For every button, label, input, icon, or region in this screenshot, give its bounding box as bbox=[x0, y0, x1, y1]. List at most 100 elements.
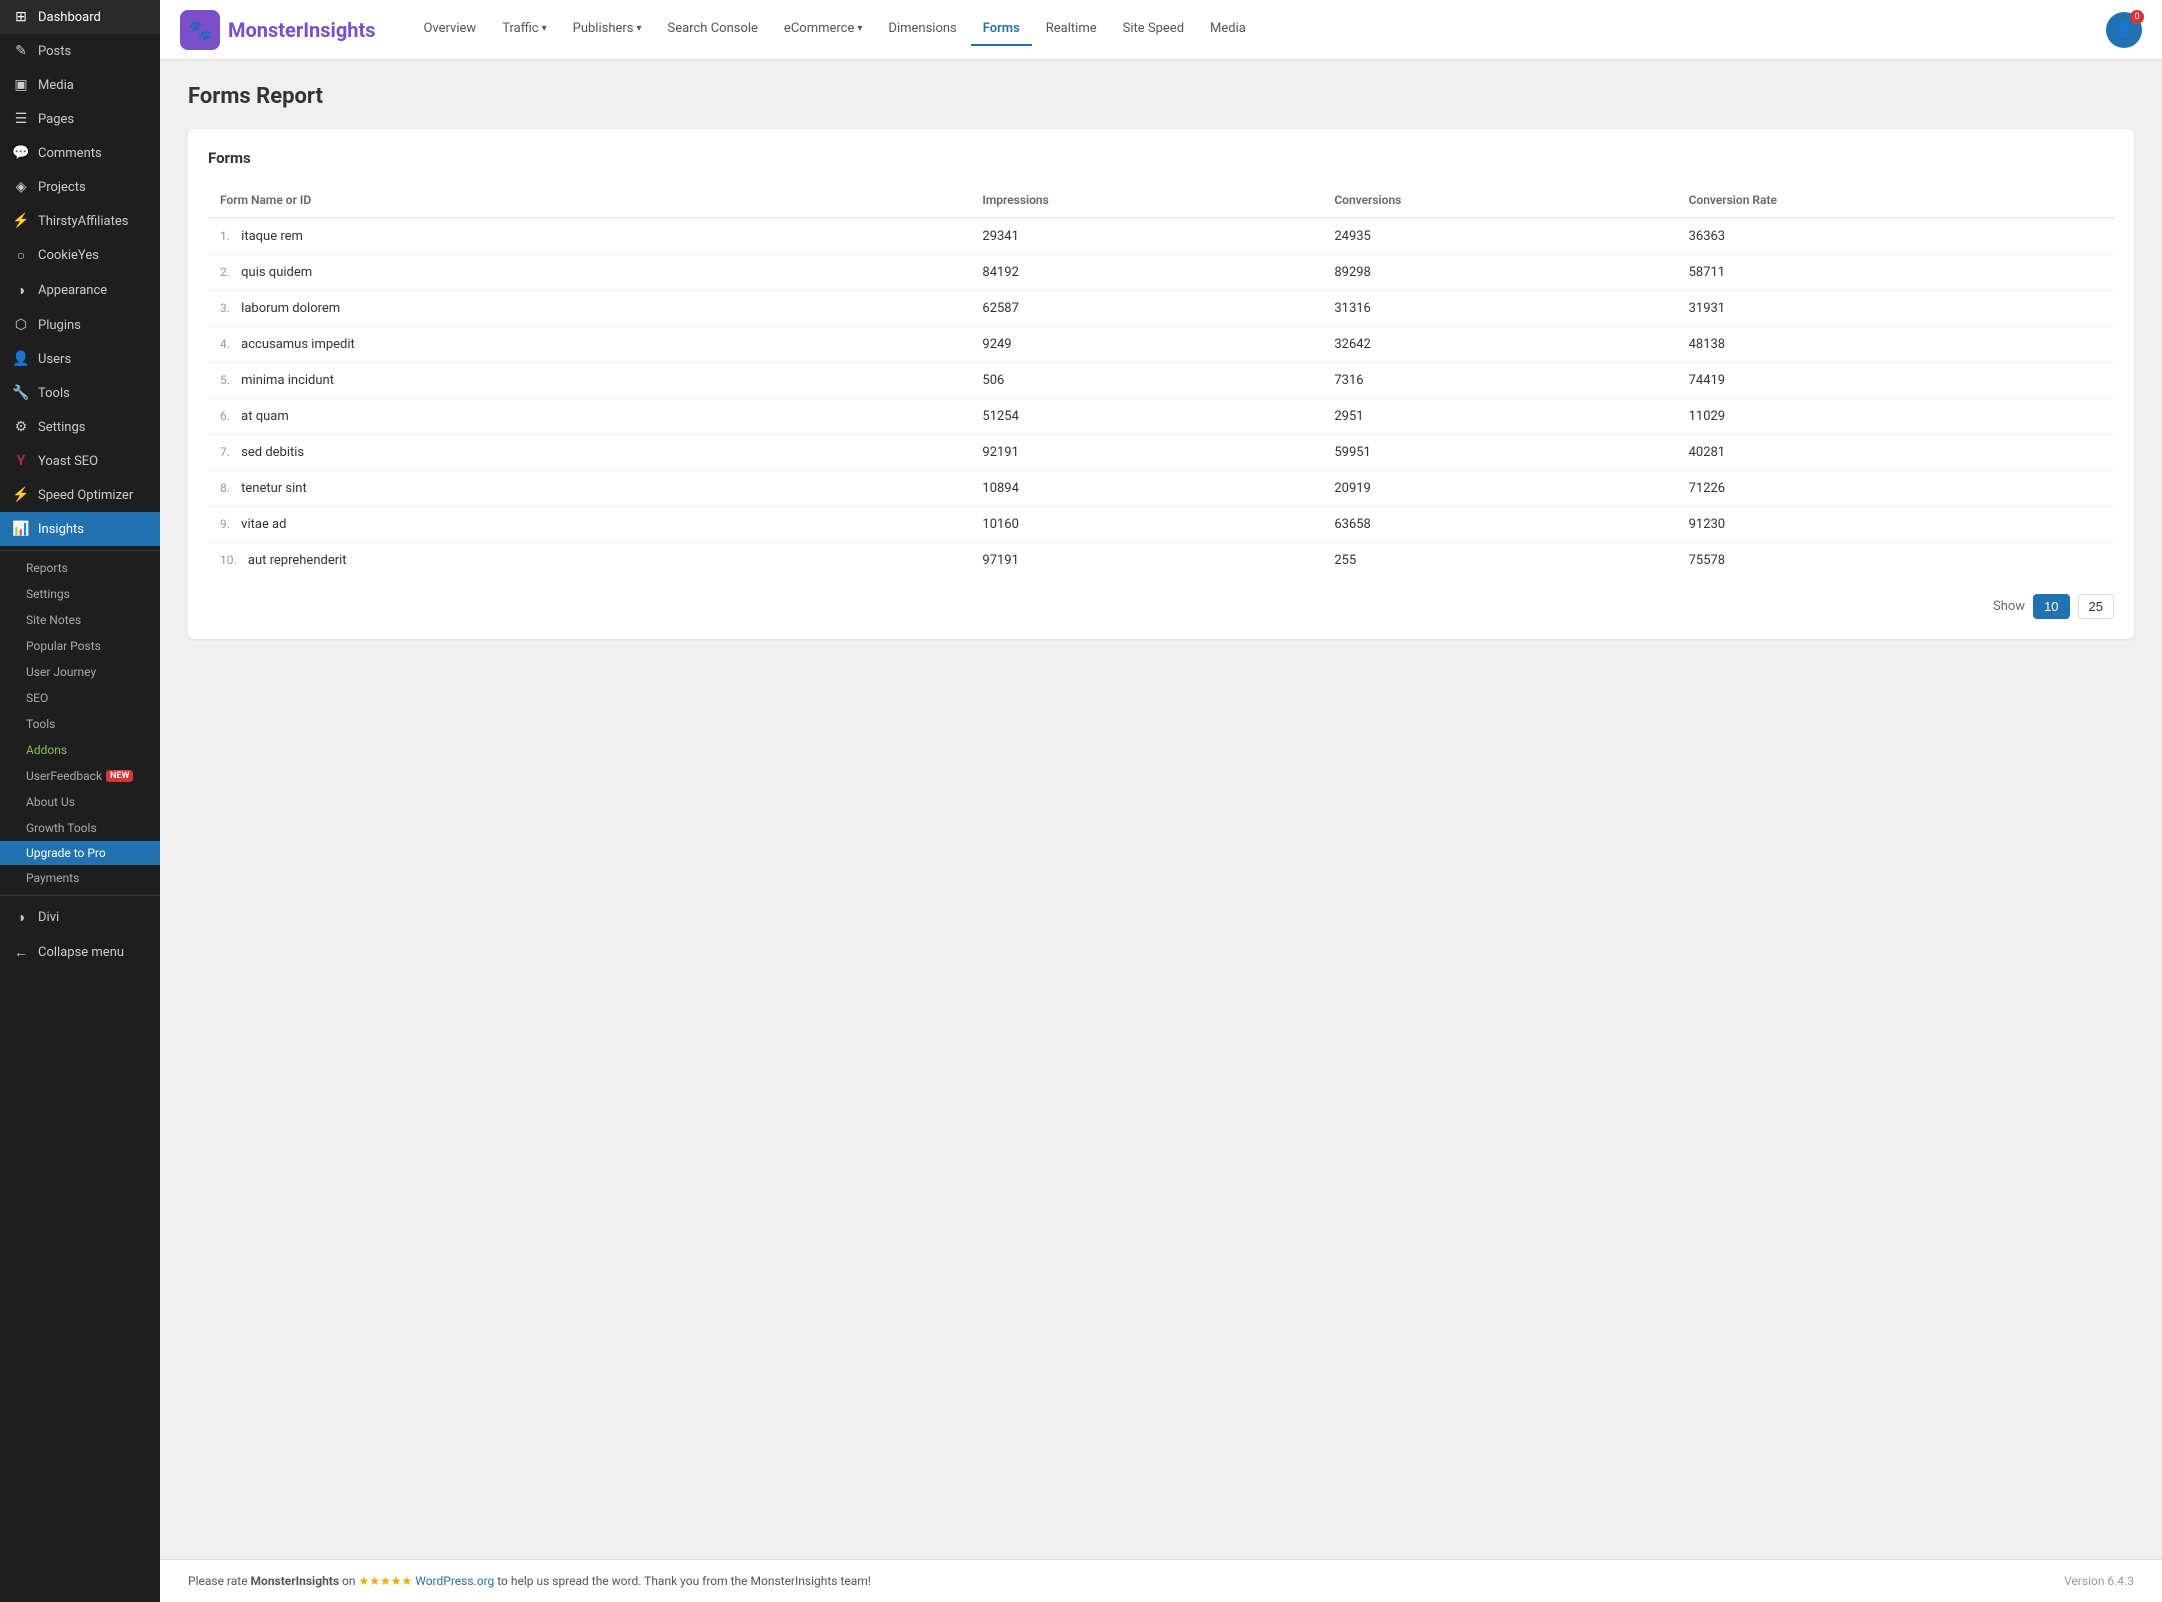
appearance-icon: ◑ bbox=[12, 282, 30, 299]
sidebar-sub-item-userfeedback[interactable]: UserFeedback NEW bbox=[0, 763, 160, 789]
sidebar-item-label: Comments bbox=[38, 146, 102, 161]
sidebar-item-appearance[interactable]: ◑ Appearance bbox=[0, 273, 160, 308]
cell-conversion-rate: 11029 bbox=[1677, 399, 2114, 435]
form-name: minima incidunt bbox=[241, 373, 334, 388]
tab-media[interactable]: Media bbox=[1198, 13, 1258, 46]
sidebar-item-speedoptimizer[interactable]: ⚡ Speed Optimizer bbox=[0, 478, 160, 512]
sidebar-divider bbox=[0, 550, 160, 551]
footer: Please rate MonsterInsights on ★★★★★ Wor… bbox=[160, 1559, 2162, 1602]
tab-overview[interactable]: Overview bbox=[411, 13, 488, 46]
cell-conversions: 7316 bbox=[1322, 363, 1676, 399]
sidebar-sub-item-reports[interactable]: Reports bbox=[0, 555, 160, 581]
show-10-button[interactable]: 10 bbox=[2033, 594, 2069, 619]
sidebar-divider-2 bbox=[0, 895, 160, 896]
tab-realtime[interactable]: Realtime bbox=[1034, 13, 1109, 46]
logo-icon: 🐾 bbox=[180, 10, 220, 50]
sidebar-sub-item-site-notes[interactable]: Site Notes bbox=[0, 607, 160, 633]
tab-dimensions[interactable]: Dimensions bbox=[876, 13, 968, 46]
table-row: 9. vitae ad 10160 63658 91230 bbox=[208, 507, 2114, 543]
row-number: 4. bbox=[220, 337, 230, 351]
sidebar: ⊞ Dashboard ✎ Posts ▣ Media ☰ Pages 💬 Co… bbox=[0, 0, 160, 1602]
table-row: 2. quis quidem 84192 89298 58711 bbox=[208, 255, 2114, 291]
sidebar-item-settings[interactable]: ⚙ Settings bbox=[0, 410, 160, 444]
col-header-name: Form Name or ID bbox=[208, 183, 970, 218]
sidebar-sub-item-upgrade[interactable]: Upgrade to Pro bbox=[0, 841, 160, 865]
sidebar-item-label: Yoast SEO bbox=[38, 454, 98, 469]
form-name: accusamus impedit bbox=[241, 337, 355, 352]
table-row: 10. aut reprehenderit 97191 255 75578 bbox=[208, 543, 2114, 579]
cell-conversion-rate: 75578 bbox=[1677, 543, 2114, 579]
sidebar-item-insights[interactable]: 📊 Insights bbox=[0, 512, 160, 546]
pages-icon: ☰ bbox=[12, 111, 30, 127]
users-icon: 👤 bbox=[12, 351, 30, 367]
sidebar-sub-item-settings[interactable]: Settings bbox=[0, 581, 160, 607]
row-number: 1. bbox=[220, 229, 230, 243]
form-name: tenetur sint bbox=[241, 481, 307, 496]
tab-publishers[interactable]: Publishers ▾ bbox=[561, 13, 654, 46]
cell-name: 7. sed debitis bbox=[208, 435, 970, 471]
table-row: 5. minima incidunt 506 7316 74419 bbox=[208, 363, 2114, 399]
nav-tabs: Overview Traffic ▾ Publishers ▾ Search C… bbox=[411, 13, 2090, 46]
tab-forms[interactable]: Forms bbox=[971, 13, 1032, 46]
sidebar-item-label: Projects bbox=[38, 180, 86, 195]
sidebar-collapse-menu[interactable]: ← Collapse menu bbox=[0, 935, 160, 970]
sidebar-sub-item-popular-posts[interactable]: Popular Posts bbox=[0, 633, 160, 659]
cell-name: 6. at quam bbox=[208, 399, 970, 435]
tab-site-speed[interactable]: Site Speed bbox=[1111, 13, 1196, 46]
sidebar-item-label: Plugins bbox=[38, 318, 81, 333]
sidebar-sub-item-payments[interactable]: Payments bbox=[0, 865, 160, 891]
wordpress-link[interactable]: WordPress.org bbox=[415, 1574, 494, 1588]
sidebar-item-label: Appearance bbox=[38, 283, 107, 298]
sidebar-item-posts[interactable]: ✎ Posts bbox=[0, 34, 160, 68]
cell-name: 10. aut reprehenderit bbox=[208, 543, 970, 579]
thirstyaffiliates-icon: ⚡ bbox=[12, 213, 30, 229]
tab-ecommerce[interactable]: eCommerce ▾ bbox=[772, 13, 874, 46]
form-name: sed debitis bbox=[241, 445, 304, 460]
cell-conversions: 59951 bbox=[1322, 435, 1676, 471]
sidebar-item-label: Tools bbox=[38, 386, 70, 401]
sidebar-item-yoastseo[interactable]: Y Yoast SEO bbox=[0, 444, 160, 478]
cell-impressions: 506 bbox=[970, 363, 1322, 399]
projects-icon: ◈ bbox=[12, 179, 30, 195]
form-name: aut reprehenderit bbox=[248, 553, 347, 568]
table-row: 7. sed debitis 92191 59951 40281 bbox=[208, 435, 2114, 471]
sidebar-sub-item-seo[interactable]: SEO bbox=[0, 685, 160, 711]
sidebar-sub-item-growth-tools[interactable]: Growth Tools bbox=[0, 815, 160, 841]
tools-icon: 🔧 bbox=[12, 385, 30, 401]
cell-impressions: 9249 bbox=[970, 327, 1322, 363]
logo-text: MonsterInsights bbox=[228, 18, 375, 42]
cell-conversion-rate: 74419 bbox=[1677, 363, 2114, 399]
tab-traffic[interactable]: Traffic ▾ bbox=[490, 13, 558, 46]
footer-text: Please rate MonsterInsights on ★★★★★ Wor… bbox=[188, 1574, 871, 1588]
sidebar-item-tools[interactable]: 🔧 Tools bbox=[0, 376, 160, 410]
row-number: 5. bbox=[220, 373, 230, 387]
form-name: at quam bbox=[241, 409, 289, 424]
cell-name: 2. quis quidem bbox=[208, 255, 970, 291]
sidebar-sub-item-about-us[interactable]: About Us bbox=[0, 789, 160, 815]
sidebar-item-plugins[interactable]: ⬡ Plugins bbox=[0, 308, 160, 342]
sidebar-item-users[interactable]: 👤 Users bbox=[0, 342, 160, 376]
sidebar-item-thirstyaffiliates[interactable]: ⚡ ThirstyAffiliates bbox=[0, 204, 160, 238]
sidebar-item-cookieyes[interactable]: ○ CookieYes bbox=[0, 238, 160, 273]
cell-name: 5. minima incidunt bbox=[208, 363, 970, 399]
cell-impressions: 84192 bbox=[970, 255, 1322, 291]
sidebar-item-projects[interactable]: ◈ Projects bbox=[0, 170, 160, 204]
sidebar-item-label: Speed Optimizer bbox=[38, 488, 133, 503]
sidebar-sub-item-addons[interactable]: Addons bbox=[0, 737, 160, 763]
avatar-button[interactable]: 👤 0 bbox=[2106, 12, 2142, 48]
sidebar-item-comments[interactable]: 💬 Comments bbox=[0, 136, 160, 170]
tab-search-console[interactable]: Search Console bbox=[656, 13, 770, 46]
sidebar-sub-item-user-journey[interactable]: User Journey bbox=[0, 659, 160, 685]
show-25-button[interactable]: 25 bbox=[2078, 594, 2114, 619]
sidebar-item-label: CookieYes bbox=[38, 248, 99, 263]
form-name: vitae ad bbox=[241, 517, 286, 532]
sidebar-item-divi[interactable]: ◑ Divi bbox=[0, 900, 160, 935]
sidebar-item-label: Settings bbox=[38, 420, 85, 435]
sidebar-sub-item-tools[interactable]: Tools bbox=[0, 711, 160, 737]
divi-icon: ◑ bbox=[12, 909, 30, 926]
sidebar-item-pages[interactable]: ☰ Pages bbox=[0, 102, 160, 136]
row-number: 8. bbox=[220, 481, 230, 495]
cookieyes-icon: ○ bbox=[12, 247, 30, 264]
sidebar-item-media[interactable]: ▣ Media bbox=[0, 68, 160, 102]
sidebar-item-dashboard[interactable]: ⊞ Dashboard bbox=[0, 0, 160, 34]
